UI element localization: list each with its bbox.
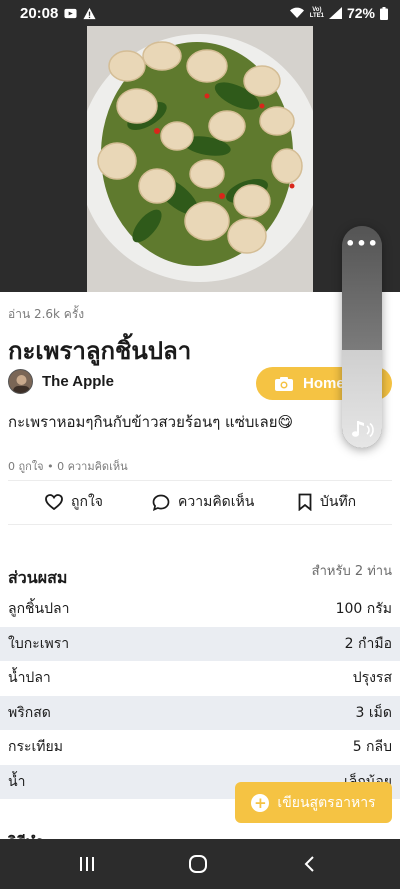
divider [8, 480, 392, 481]
back-chevron-icon [304, 856, 314, 872]
ingredient-name: พริกสด [8, 704, 51, 721]
signal-icon [328, 7, 342, 19]
ingredient-amount: 100 กรัม [335, 601, 392, 618]
ingredient-amount: ปรุงรส [352, 670, 392, 687]
ingredient-row: พริกสด 3 เม็ด [0, 695, 400, 730]
battery-percentage: 72% [346, 5, 375, 21]
food-photo-illustration [87, 26, 313, 292]
comment-icon [152, 494, 170, 511]
heart-icon [45, 494, 63, 510]
music-note-icon [352, 421, 374, 438]
bookmark-icon [298, 493, 312, 511]
ingredient-row: กระเทียม 5 กลีบ [0, 730, 400, 765]
system-nav-bar [0, 839, 400, 889]
recipe-description: กะเพราหอมๆกินกับข้าวสวยร้อนๆ แซ่บเลย😋 [8, 413, 294, 431]
ingredient-name: กระเทียม [8, 739, 63, 756]
status-bar: 20:08 Vo) LTE1 72% [0, 0, 400, 26]
save-label: บันทึก [320, 494, 357, 510]
ingredient-amount: 5 กลีบ [352, 739, 392, 756]
ingredients-title: ส่วนผสม [8, 568, 68, 587]
battery-icon [380, 6, 388, 20]
like-comment-stats: 0 ถูกใจ • 0 ความคิดเห็น [8, 460, 128, 473]
ingredient-row: ลูกชิ้นปลา 100 กรัม [0, 592, 400, 627]
volte-indicator: Vo) LTE1 [309, 7, 324, 19]
wifi-icon [289, 7, 304, 19]
status-time: 20:08 [20, 4, 59, 22]
notification-app-icon [64, 8, 77, 18]
recipe-photo-area [0, 26, 400, 292]
ingredient-name: ลูกชิ้นปลา [8, 601, 70, 618]
comment-label: ความคิดเห็น [178, 494, 255, 510]
back-button[interactable] [295, 852, 325, 876]
avatar[interactable] [8, 369, 33, 394]
ingredient-amount: 3 เม็ด [355, 704, 392, 721]
comment-button[interactable]: ความคิดเห็น [152, 485, 254, 519]
camera-icon [275, 376, 293, 391]
ingredient-name: ใบกะเพรา [8, 635, 70, 652]
recipe-title: กะเพราลูกชิ้นปลา [8, 337, 192, 365]
servings: สำหรับ 2 ท่าน [311, 564, 392, 579]
recent-apps-button[interactable] [72, 852, 102, 876]
write-recipe-label: เขียนสูตรอาหาร [277, 794, 376, 811]
home-circle-icon [189, 855, 207, 873]
home-button-label: Home [303, 375, 345, 392]
ingredient-row: น้ำปลา ปรุงรส [0, 661, 400, 696]
plus-icon: + [251, 793, 270, 812]
recipe-photo[interactable] [87, 26, 313, 292]
ingredient-name: น้ำปลา [8, 670, 51, 687]
recent-apps-icon [80, 857, 94, 871]
like-button[interactable]: ถูกใจ [45, 485, 103, 519]
read-count: อ่าน 2.6k ครั้ง [8, 307, 85, 321]
warning-icon [83, 7, 96, 19]
like-label: ถูกใจ [71, 494, 103, 510]
ingredient-name: น้ำ [8, 773, 26, 790]
author-name[interactable]: The Apple [42, 373, 114, 390]
more-options-icon[interactable]: ••• [342, 234, 382, 253]
ingredient-row: ใบกะเพรา 2 กำมือ [0, 626, 400, 661]
author-row[interactable]: The Apple [8, 369, 114, 394]
ingredient-amount: 2 กำมือ [344, 635, 392, 652]
ingredient-list: ลูกชิ้นปลา 100 กรัม ใบกะเพรา 2 กำมือ น้ำ… [0, 592, 400, 799]
volume-panel[interactable]: ••• [342, 226, 382, 448]
write-recipe-button[interactable]: + เขียนสูตรอาหาร [235, 782, 392, 823]
home-nav-button[interactable] [183, 852, 213, 876]
save-button[interactable]: บันทึก [298, 485, 356, 519]
action-bar: ถูกใจ ความคิดเห็น บันทึก [0, 485, 400, 519]
divider [8, 524, 392, 525]
